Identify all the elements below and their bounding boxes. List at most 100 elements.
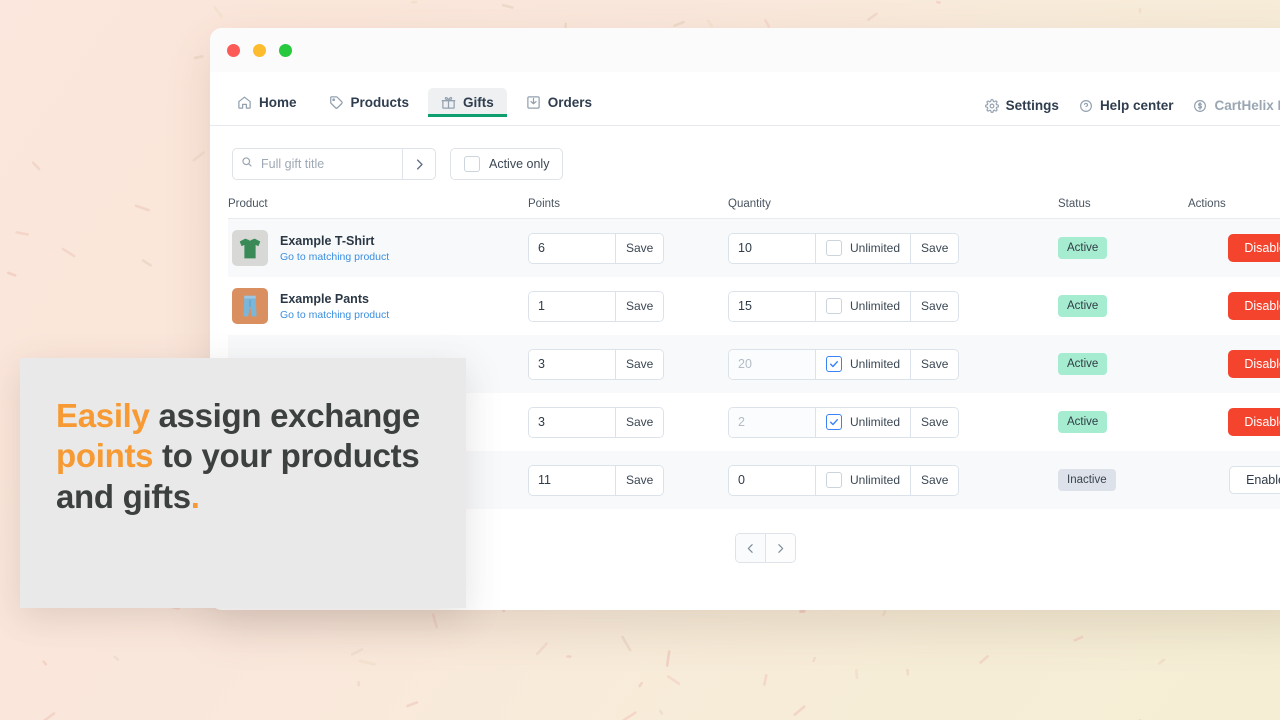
gift-search-group bbox=[232, 148, 436, 180]
points-save-button[interactable]: Save bbox=[615, 233, 664, 263]
enable-button[interactable]: Enable bbox=[1229, 466, 1280, 494]
nav-item-gifts[interactable]: Gifts bbox=[428, 88, 507, 117]
go-to-matching-product-link[interactable]: Go to matching product bbox=[280, 308, 389, 323]
points-input[interactable] bbox=[529, 349, 615, 379]
points-save-button[interactable]: Save bbox=[615, 407, 664, 437]
points-input-group: Save bbox=[528, 406, 665, 438]
points-save-button[interactable]: Save bbox=[615, 465, 664, 495]
promo-segment-1: assign exchange bbox=[149, 397, 420, 434]
cell-quantity: Unlimited Save bbox=[728, 218, 1058, 277]
unlimited-toggle[interactable]: Unlimited bbox=[815, 465, 911, 495]
unlimited-toggle[interactable]: Unlimited bbox=[815, 291, 911, 321]
points-input[interactable] bbox=[529, 465, 615, 495]
nav-secondary-group: Settings Help center CartHelix Pro bbox=[967, 94, 1280, 125]
points-input[interactable] bbox=[529, 233, 615, 263]
product-info: Example T-Shirt Go to matching product bbox=[280, 232, 389, 265]
cell-product: Example T-Shirt Go to matching product bbox=[228, 218, 528, 277]
disable-button[interactable]: Disable bbox=[1228, 234, 1280, 262]
cell-status: Active bbox=[1058, 218, 1188, 277]
cell-quantity: Unlimited Save bbox=[728, 335, 1058, 393]
close-button[interactable] bbox=[227, 43, 240, 57]
column-header-quantity: Quantity bbox=[728, 198, 1058, 219]
main-navigation: Home Products Gifts Orders Settings Help… bbox=[210, 72, 1280, 126]
minimize-button[interactable] bbox=[253, 43, 266, 57]
unlimited-label: Unlimited bbox=[850, 241, 901, 255]
quantity-save-button[interactable]: Save bbox=[910, 465, 959, 495]
unlimited-checkbox[interactable] bbox=[826, 356, 842, 372]
nav-item-help-center[interactable]: Help center bbox=[1077, 94, 1176, 117]
unlimited-checkbox[interactable] bbox=[826, 298, 842, 314]
cell-actions: Disable bbox=[1188, 277, 1280, 335]
cell-status: Inactive bbox=[1058, 451, 1188, 509]
search-submit-button[interactable] bbox=[402, 149, 435, 179]
points-input-group: Save bbox=[528, 348, 665, 380]
nav-item-carthelix-pro[interactable]: CartHelix Pro bbox=[1191, 94, 1280, 117]
cell-status: Active bbox=[1058, 335, 1188, 393]
tag-icon bbox=[329, 95, 344, 110]
status-badge: Active bbox=[1058, 236, 1108, 260]
pagination bbox=[734, 533, 796, 563]
unlimited-toggle[interactable]: Unlimited bbox=[815, 349, 911, 379]
disable-button[interactable]: Disable bbox=[1228, 408, 1280, 436]
cell-actions: Disable bbox=[1188, 393, 1280, 451]
quantity-save-button[interactable]: Save bbox=[910, 407, 959, 437]
product-info: Example Pants Go to matching product bbox=[280, 290, 389, 323]
unlimited-toggle[interactable]: Unlimited bbox=[815, 233, 911, 263]
go-to-matching-product-link[interactable]: Go to matching product bbox=[280, 250, 389, 265]
unlimited-toggle[interactable]: Unlimited bbox=[815, 407, 911, 437]
points-input-group: Save bbox=[528, 464, 665, 496]
search-input[interactable] bbox=[259, 156, 394, 172]
points-input[interactable] bbox=[529, 407, 615, 437]
status-badge: Active bbox=[1058, 294, 1108, 318]
search-icon bbox=[241, 155, 253, 173]
unlimited-checkbox[interactable] bbox=[826, 414, 842, 430]
active-only-checkbox[interactable] bbox=[464, 156, 480, 172]
points-save-button[interactable]: Save bbox=[615, 349, 664, 379]
product-cell: Example T-Shirt Go to matching product bbox=[228, 230, 528, 266]
pagination-next-button[interactable] bbox=[764, 534, 795, 562]
quantity-input[interactable] bbox=[729, 407, 815, 437]
quantity-save-button[interactable]: Save bbox=[910, 349, 959, 379]
promo-segment-2: points bbox=[56, 437, 154, 475]
quantity-input[interactable] bbox=[729, 465, 815, 495]
nav-item-products[interactable]: Products bbox=[316, 88, 423, 117]
cell-actions: Enable bbox=[1188, 451, 1280, 509]
gift-icon bbox=[441, 95, 456, 110]
quantity-save-button[interactable]: Save bbox=[910, 233, 959, 263]
maximize-button[interactable] bbox=[279, 43, 292, 57]
nav-item-label: Settings bbox=[1005, 98, 1059, 113]
nav-item-home[interactable]: Home bbox=[224, 88, 310, 117]
unlimited-checkbox[interactable] bbox=[826, 240, 842, 256]
product-title: Example Pants bbox=[280, 291, 369, 306]
window-titlebar bbox=[210, 28, 1280, 72]
disable-button[interactable]: Disable bbox=[1228, 350, 1280, 378]
cell-actions: Disable bbox=[1188, 218, 1280, 277]
promo-segment-0: Easily bbox=[56, 397, 150, 434]
quantity-input[interactable] bbox=[729, 233, 815, 263]
points-save-button[interactable]: Save bbox=[615, 291, 664, 321]
disable-button[interactable]: Disable bbox=[1228, 292, 1280, 320]
points-input-group: Save bbox=[528, 232, 665, 264]
column-header-status: Status bbox=[1058, 198, 1188, 219]
points-input[interactable] bbox=[529, 291, 615, 321]
quantity-input-group: Unlimited Save bbox=[728, 232, 960, 264]
cell-points: Save bbox=[528, 335, 728, 393]
points-input-group: Save bbox=[528, 290, 665, 322]
promo-headline: Easily assign exchange points to your pr… bbox=[56, 396, 428, 517]
cell-product: Example Pants Go to matching product bbox=[228, 277, 528, 335]
home-icon bbox=[237, 95, 252, 110]
filter-bar: Active only bbox=[228, 148, 1280, 180]
status-badge: Active bbox=[1058, 410, 1108, 434]
unlimited-label: Unlimited bbox=[850, 473, 901, 487]
nav-item-settings[interactable]: Settings bbox=[983, 94, 1061, 117]
unlimited-checkbox[interactable] bbox=[826, 472, 842, 488]
quantity-input[interactable] bbox=[729, 291, 815, 321]
product-cell: Example Pants Go to matching product bbox=[228, 288, 528, 324]
quantity-save-button[interactable]: Save bbox=[910, 291, 959, 321]
quantity-input[interactable] bbox=[729, 349, 815, 379]
status-badge: Active bbox=[1058, 352, 1108, 376]
product-thumbnail bbox=[232, 288, 268, 324]
active-only-toggle[interactable]: Active only bbox=[450, 148, 564, 180]
pagination-prev-button[interactable] bbox=[735, 534, 765, 562]
nav-item-orders[interactable]: Orders bbox=[513, 88, 605, 117]
